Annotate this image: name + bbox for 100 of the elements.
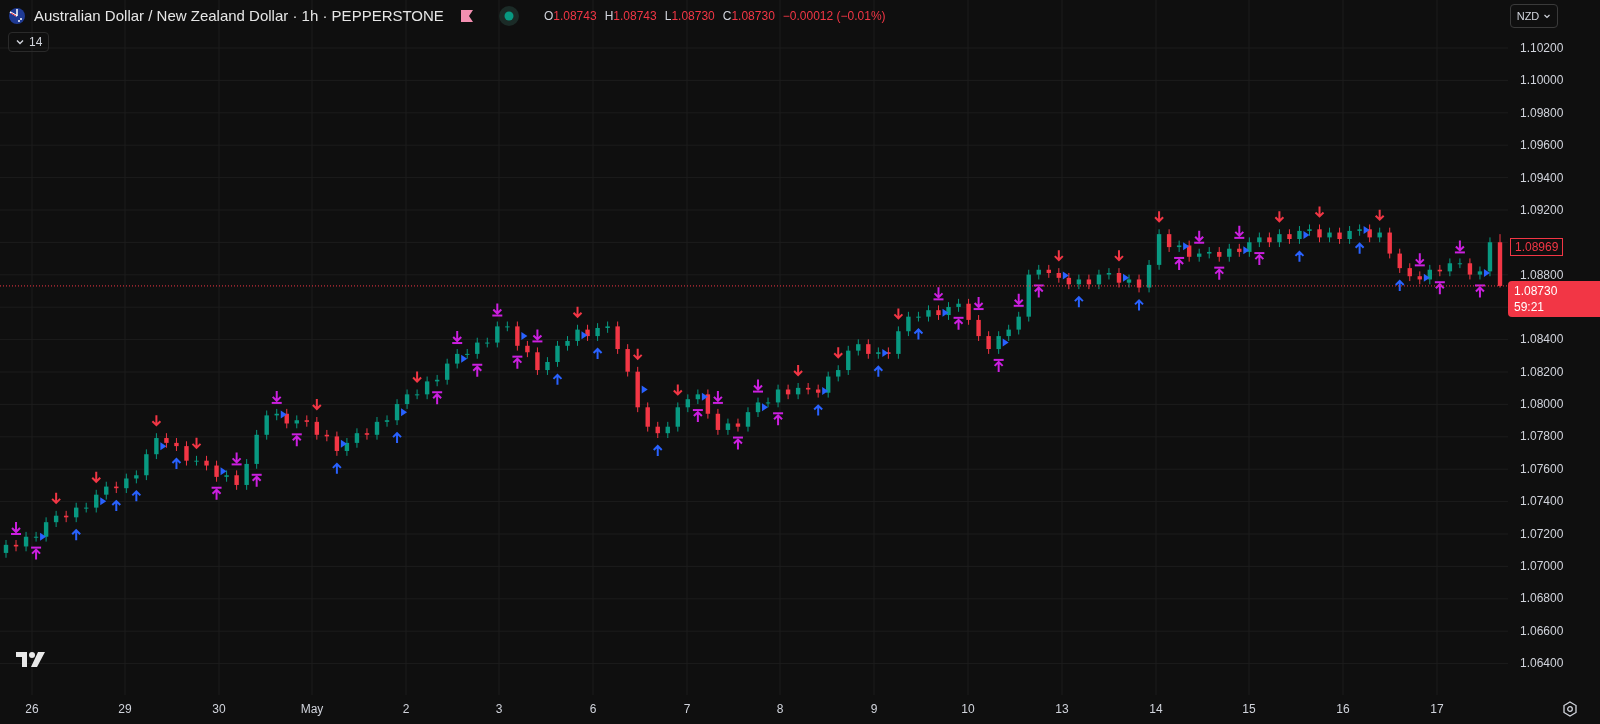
- candle: [1397, 248, 1402, 274]
- candle: [374, 416, 380, 441]
- price-tick: 1.09200: [1520, 202, 1564, 217]
- candle: [1026, 269, 1031, 323]
- candle: [284, 408, 289, 429]
- tradingview-logo[interactable]: [16, 652, 46, 668]
- candle: [234, 469, 239, 491]
- ohlc-label: C: [722, 9, 732, 23]
- symbol-title[interactable]: Australian Dollar / New Zealand Dollar · 1h · PEPPERSTONE: [34, 4, 444, 28]
- price-tick: 1.06400: [1520, 655, 1564, 670]
- candle: [1347, 225, 1352, 245]
- candle: [154, 432, 159, 460]
- candle: [214, 460, 219, 483]
- candle: [1166, 228, 1172, 253]
- candle: [1056, 267, 1061, 284]
- candle: [765, 397, 771, 408]
- candle: [495, 321, 500, 348]
- candle: [43, 516, 49, 543]
- candle: [966, 298, 971, 326]
- ohlc-value: 1.08743: [553, 9, 597, 23]
- candle: [455, 348, 460, 369]
- candle: [1267, 232, 1272, 248]
- candle: [1437, 264, 1443, 277]
- candle: [906, 311, 911, 337]
- candle: [254, 429, 259, 470]
- ohlc-label: L: [664, 9, 672, 23]
- price-tick: 1.07800: [1520, 429, 1564, 444]
- currency-button[interactable]: NZD: [1510, 4, 1558, 28]
- candle: [936, 304, 941, 321]
- price-tick: 1.06600: [1520, 623, 1564, 638]
- candle: [695, 389, 701, 405]
- candle: [264, 410, 269, 441]
- candle: [1447, 257, 1453, 277]
- candle: [1046, 264, 1051, 279]
- candle: [715, 408, 721, 436]
- date-label: 30: [212, 701, 226, 718]
- candle: [114, 481, 119, 494]
- candle: [174, 437, 179, 452]
- price-tick: 1.08800: [1520, 267, 1564, 282]
- candle: [565, 335, 570, 352]
- candle: [555, 340, 560, 368]
- candle: [384, 414, 390, 428]
- current-price: 1.08730: [1514, 282, 1559, 299]
- candle: [324, 429, 330, 442]
- date-label: 13: [1055, 701, 1069, 718]
- candle: [1016, 311, 1021, 335]
- candle: [3, 539, 9, 559]
- chevron-icon: [1543, 12, 1552, 20]
- candle: [755, 397, 761, 418]
- candle: [1327, 227, 1332, 243]
- candle: [655, 421, 660, 439]
- candle: [1136, 274, 1142, 293]
- ohlc-value: 1.08743: [613, 9, 657, 23]
- candle: [675, 401, 680, 433]
- candle: [1237, 243, 1242, 258]
- candle: [515, 321, 520, 352]
- candle: [13, 539, 19, 552]
- candle: [836, 364, 841, 382]
- date-label: 26: [25, 701, 39, 718]
- candle: [33, 531, 39, 543]
- candle: [334, 431, 340, 457]
- candle: [1497, 233, 1503, 289]
- candle: [685, 393, 691, 413]
- candle: [815, 384, 821, 399]
- candle: [986, 330, 991, 355]
- candle: [916, 311, 921, 323]
- candle: [605, 321, 610, 334]
- candle: [424, 376, 430, 400]
- status-dot-icon: [497, 5, 520, 27]
- candle: [725, 418, 731, 436]
- candle: [394, 398, 400, 426]
- candle: [826, 371, 831, 399]
- flag-marker-icon[interactable]: [459, 9, 474, 23]
- settings-icon[interactable]: [1562, 701, 1578, 717]
- candle: [1197, 248, 1202, 263]
- candle: [1387, 227, 1392, 259]
- date-label: 17: [1430, 701, 1444, 718]
- candle: [1106, 267, 1112, 280]
- candle: [104, 481, 109, 501]
- price-tick: 1.10000: [1520, 73, 1564, 88]
- date-label: 9: [870, 701, 878, 718]
- date-label: 16: [1336, 701, 1350, 718]
- candle: [896, 325, 901, 360]
- date-label: May: [300, 701, 324, 718]
- price-tick: 1.09600: [1520, 138, 1564, 153]
- date-label: 8: [776, 701, 784, 718]
- candle: [956, 298, 961, 313]
- candle: [1287, 228, 1292, 245]
- date-label: 6: [589, 701, 597, 718]
- candle: [1116, 267, 1122, 289]
- price-tick: 1.08400: [1520, 332, 1564, 347]
- candle: [1207, 246, 1212, 259]
- candle: [805, 382, 811, 395]
- candle: [846, 345, 851, 376]
- candle: [134, 469, 139, 484]
- candle: [1427, 264, 1432, 285]
- candle: [575, 324, 580, 347]
- candle: [976, 314, 981, 342]
- candle: [886, 346, 891, 360]
- indicator-toggle[interactable]: 14: [8, 32, 50, 52]
